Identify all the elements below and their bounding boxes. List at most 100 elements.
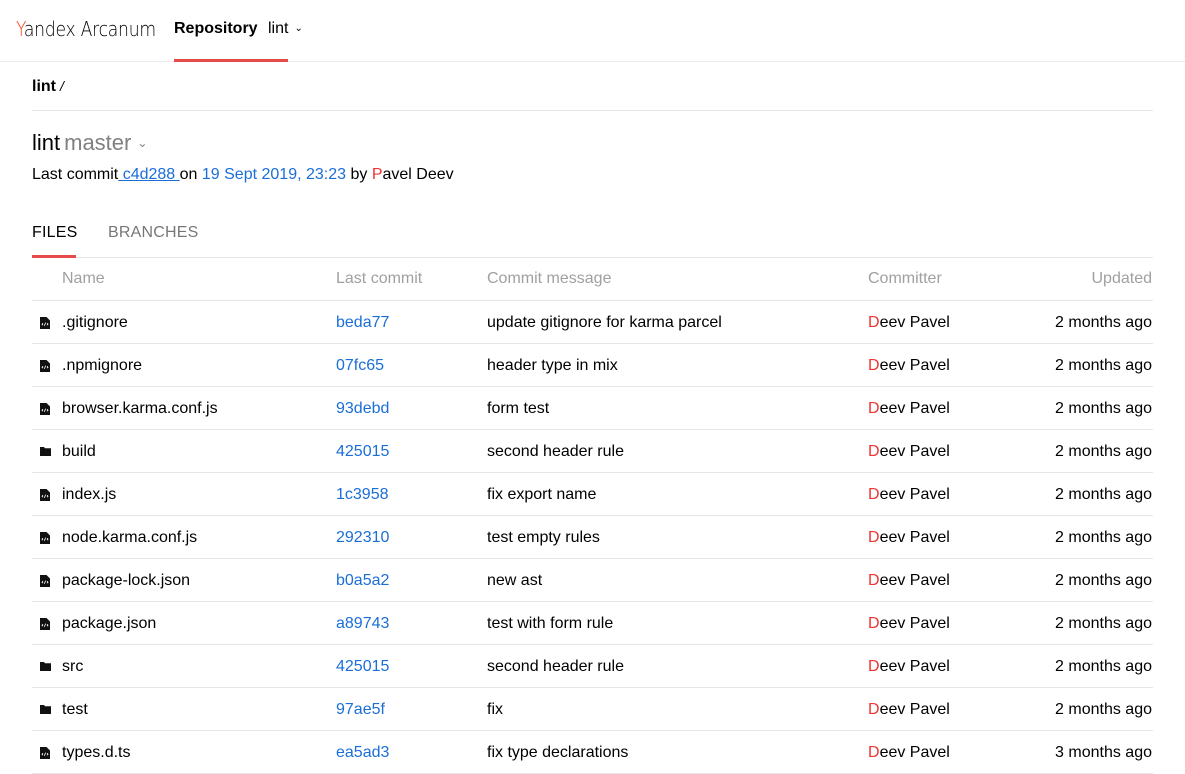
file-name-link[interactable]: types.d.ts xyxy=(62,731,130,774)
commit-message: second header rule xyxy=(487,443,624,460)
committer-first-letter: D xyxy=(868,615,880,632)
file-name-link[interactable]: .gitignore xyxy=(62,301,128,344)
file-icon xyxy=(40,387,50,430)
last-commit-hash-link[interactable]: c4d288 xyxy=(118,166,179,183)
table-row[interactable]: package-lock.json b0a5a2 new ast Deev Pavel… xyxy=(32,559,1153,602)
commit-message: new ast xyxy=(487,572,543,589)
commit-hash-link[interactable]: 07fc65 xyxy=(336,344,384,387)
tab-files[interactable]: FILES xyxy=(32,224,77,242)
committer-name-rest: eev Pavel xyxy=(879,443,950,460)
table-row[interactable]: .npmignore 07fc65 header type in mix Deev P… xyxy=(32,344,1153,387)
commit-hash-link[interactable]: 425015 xyxy=(336,645,389,688)
file-name-link[interactable]: browser.karma.conf.js xyxy=(62,387,218,430)
table-row[interactable]: .gitignore beda77 update gitignore for kar… xyxy=(32,301,1153,344)
table-row[interactable]: src 425015 second header rule Deev Pavel 2 m… xyxy=(32,645,1153,688)
last-commit-date-link[interactable]: 19 Sept 2019, 23:23 xyxy=(202,166,346,183)
updated-time: 2 months ago xyxy=(1055,443,1152,460)
commit-hash-link[interactable]: ea5ad3 xyxy=(336,731,389,774)
table-row[interactable]: node.karma.conf.js 292310 test empty rules… xyxy=(32,516,1153,559)
committer[interactable]: Deev Pavel xyxy=(868,559,950,602)
breadcrumb-repo[interactable]: lint xyxy=(32,78,56,95)
breadcrumb: lint / xyxy=(32,62,1153,111)
files-table: Name Last commit Commit message Committe… xyxy=(32,258,1153,774)
file-name-link[interactable]: test xyxy=(62,688,88,731)
committer-name-rest: eev Pavel xyxy=(879,615,950,632)
table-row[interactable]: browser.karma.conf.js 93debd form test Deev… xyxy=(32,387,1153,430)
last-commit-by: by xyxy=(346,166,372,183)
repo-selector[interactable]: lint ⌄ xyxy=(268,20,303,38)
committer[interactable]: Deev Pavel xyxy=(868,731,950,774)
file-name-link[interactable]: node.karma.conf.js xyxy=(62,516,197,559)
committer[interactable]: Deev Pavel xyxy=(868,602,950,645)
committer-name-rest: eev Pavel xyxy=(879,572,950,589)
nav-repository-label: Repository xyxy=(174,20,258,37)
file-name-link[interactable]: build xyxy=(62,430,96,473)
page-title: lint master ⌄ xyxy=(32,130,147,156)
table-body: .gitignore beda77 update gitignore for kar… xyxy=(32,301,1153,774)
file-icon xyxy=(40,731,50,774)
commit-message: fix xyxy=(487,701,503,718)
committer-name-rest: eev Pavel xyxy=(879,744,950,761)
header-commit-message: Commit message xyxy=(487,270,612,287)
commit-hash-link[interactable]: 292310 xyxy=(336,516,389,559)
commit-hash-link[interactable]: a89743 xyxy=(336,602,389,645)
commit-hash-link[interactable]: b0a5a2 xyxy=(336,559,389,602)
table-row[interactable]: index.js 1c3958 fix export name Deev Pavel 2… xyxy=(32,473,1153,516)
yandex-arcanum-logo[interactable]: Yandex Arcanum xyxy=(16,17,156,41)
committer[interactable]: Deev Pavel xyxy=(868,430,950,473)
committer[interactable]: Deev Pavel xyxy=(868,473,950,516)
tab-branches[interactable]: BRANCHES xyxy=(108,224,199,242)
committer-name-rest: eev Pavel xyxy=(879,529,950,546)
committer-first-letter: D xyxy=(868,744,880,761)
commit-message: header type in mix xyxy=(487,357,618,374)
committer-first-letter: D xyxy=(868,314,880,331)
commit-hash-link[interactable]: beda77 xyxy=(336,301,389,344)
file-name-link[interactable]: src xyxy=(62,645,83,688)
committer[interactable]: Deev Pavel xyxy=(868,344,950,387)
logo-product-text: Arcanum xyxy=(80,17,156,41)
table-header: Name Last commit Commit message Committe… xyxy=(32,258,1153,301)
file-icon xyxy=(40,301,50,344)
commit-hash-link[interactable]: 425015 xyxy=(336,430,389,473)
committer-first-letter: D xyxy=(868,658,880,675)
committer-first-letter: D xyxy=(868,357,880,374)
committer-first-letter: D xyxy=(868,443,880,460)
file-icon xyxy=(40,473,50,516)
chevron-down-icon: ⌄ xyxy=(137,136,148,150)
header-last-commit: Last commit xyxy=(336,270,423,287)
folder-icon xyxy=(40,688,51,731)
committer[interactable]: Deev Pavel xyxy=(868,387,950,430)
author-name-rest: avel Deev xyxy=(382,166,454,183)
table-row[interactable]: test 97ae5f fix Deev Pavel 2 months ago xyxy=(32,688,1153,731)
commit-message: second header rule xyxy=(487,658,624,675)
commit-message: fix type declarations xyxy=(487,744,629,761)
nav-tab-repository[interactable]: Repository lint ⌄ xyxy=(174,0,303,62)
committer[interactable]: Deev Pavel xyxy=(868,301,950,344)
file-name-link[interactable]: package-lock.json xyxy=(62,559,190,602)
committer-first-letter: D xyxy=(868,701,880,718)
committer[interactable]: Deev Pavel xyxy=(868,645,950,688)
table-row[interactable]: package.json a89743 test with form rule Dee… xyxy=(32,602,1153,645)
committer-name-rest: eev Pavel xyxy=(879,314,950,331)
commit-hash-link[interactable]: 1c3958 xyxy=(336,473,389,516)
updated-time: 2 months ago xyxy=(1055,701,1152,718)
table-row[interactable]: types.d.ts ea5ad3 fix type declarations Dee… xyxy=(32,731,1153,774)
updated-time: 2 months ago xyxy=(1055,658,1152,675)
commit-hash-link[interactable]: 97ae5f xyxy=(336,688,385,731)
file-name-link[interactable]: package.json xyxy=(62,602,156,645)
branch-selector[interactable]: master ⌄ xyxy=(64,130,147,155)
file-name-link[interactable]: .npmignore xyxy=(62,344,142,387)
breadcrumb-separator: / xyxy=(60,78,64,94)
committer[interactable]: Deev Pavel xyxy=(868,516,950,559)
last-commit-info: Last commit c4d288 on 19 Sept 2019, 23:2… xyxy=(32,166,454,184)
tabs: FILES BRANCHES xyxy=(32,220,1153,258)
committer[interactable]: Deev Pavel xyxy=(868,688,950,731)
commit-message: form test xyxy=(487,400,550,417)
committer-first-letter: D xyxy=(868,400,880,417)
file-name-link[interactable]: index.js xyxy=(62,473,116,516)
commit-message: update gitignore for karma parcel xyxy=(487,314,722,331)
commit-hash-link[interactable]: 93debd xyxy=(336,387,389,430)
last-commit-on: on xyxy=(179,166,202,183)
top-bar: Yandex Arcanum Repository lint ⌄ xyxy=(0,0,1185,62)
table-row[interactable]: build 425015 second header rule Deev Pavel 2… xyxy=(32,430,1153,473)
